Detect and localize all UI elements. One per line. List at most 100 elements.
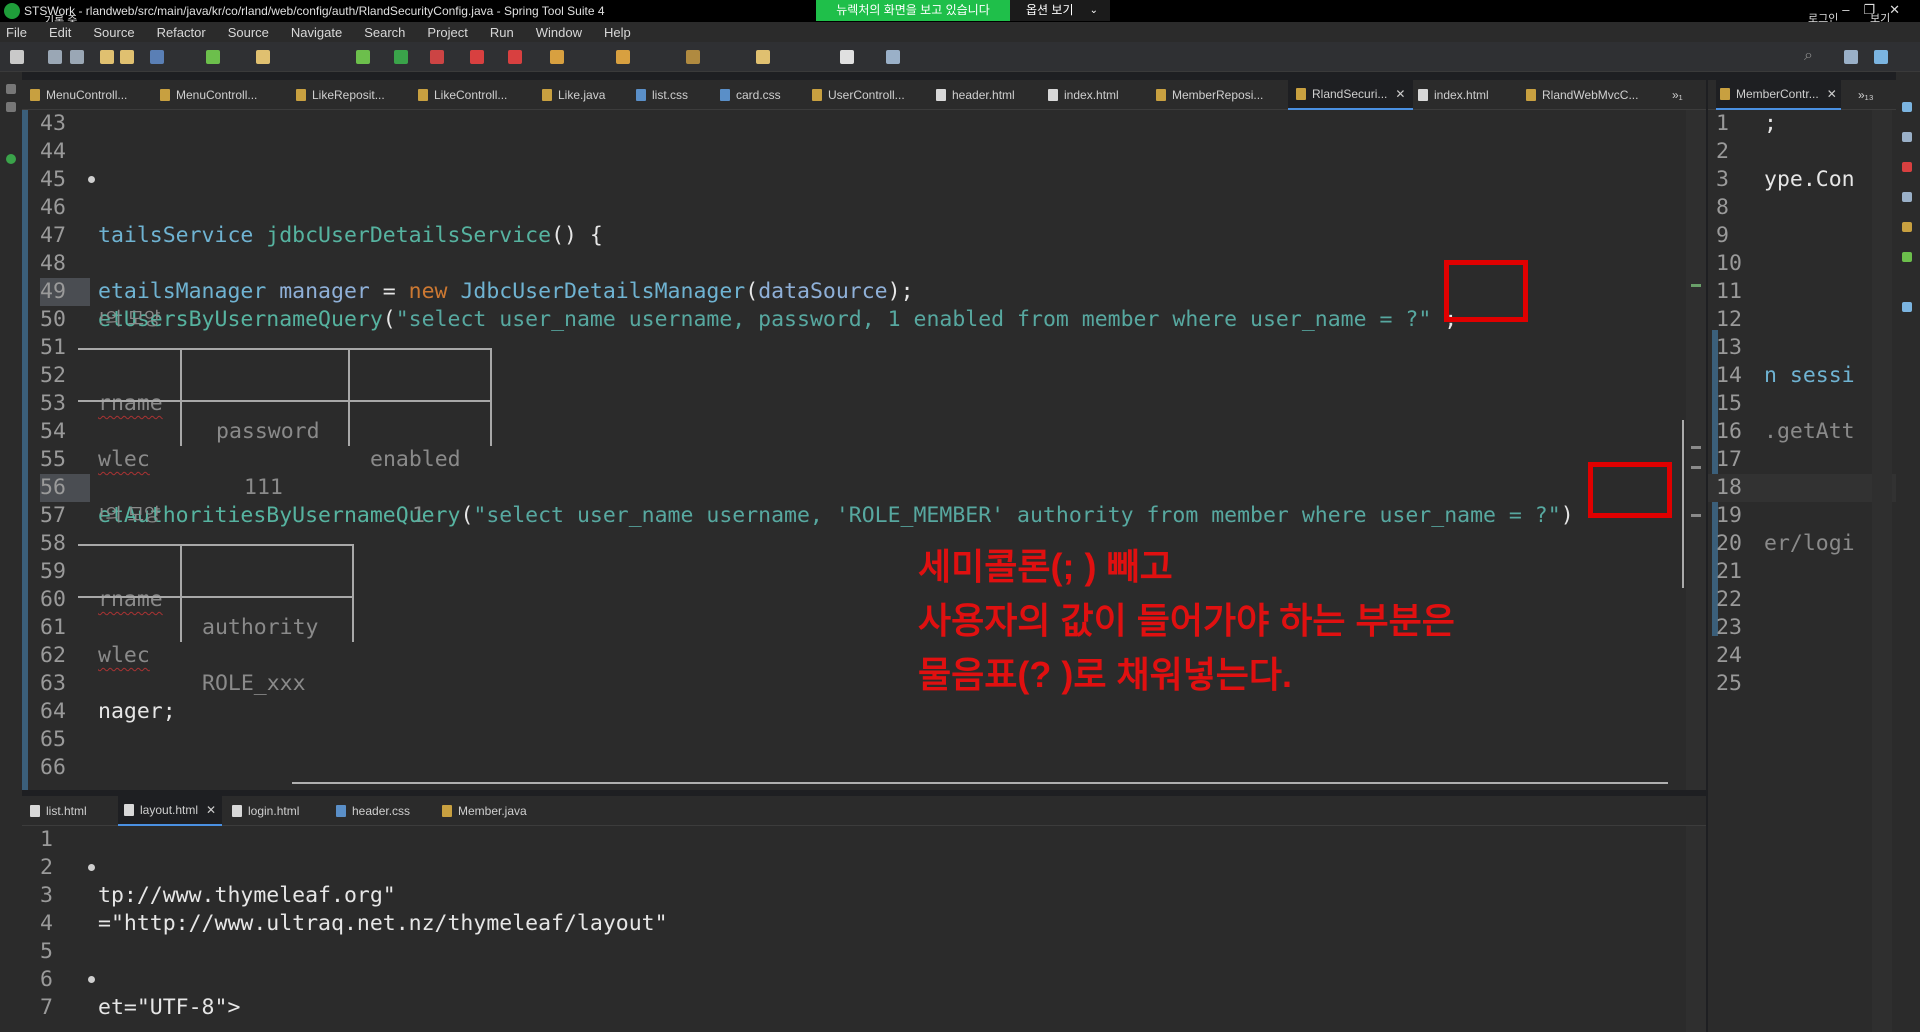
tab-card-css[interactable]: card.css: [720, 80, 781, 110]
boot-dashboard-icon[interactable]: [6, 154, 16, 164]
perspective-icon[interactable]: [1844, 50, 1858, 64]
menu-source[interactable]: Source: [93, 25, 134, 40]
menu-source-2[interactable]: Source: [228, 25, 269, 40]
sts-app-icon: [4, 3, 20, 19]
forward-icon[interactable]: [840, 50, 854, 64]
code-line: 64 nager;: [40, 699, 176, 724]
tab-index-html-1[interactable]: index.html: [1048, 80, 1119, 110]
tab-login-html[interactable]: login.html: [232, 796, 299, 826]
menu-run[interactable]: Run: [490, 25, 514, 40]
html-file-icon: [936, 89, 946, 101]
menu-navigate[interactable]: Navigate: [291, 25, 342, 40]
code-line: 54 wlec 111 1: [40, 419, 425, 528]
new-file-icon[interactable]: [10, 50, 24, 64]
occurrence-marker[interactable]: [1691, 446, 1701, 449]
tab-usercontroller[interactable]: UserControll...: [812, 80, 905, 110]
save-all-icon[interactable]: [70, 50, 84, 64]
tab-likerepository[interactable]: LikeReposit...: [296, 80, 385, 110]
overview-ruler[interactable]: [1686, 110, 1706, 790]
tab-rlandwebmvcconfig[interactable]: RlandWebMvcC...: [1526, 80, 1638, 110]
occurrence-marker[interactable]: [1691, 514, 1701, 517]
open-type-icon[interactable]: [616, 50, 630, 64]
annotation-line-1: 세미콜론(; ) 빼고: [918, 546, 1173, 587]
outline-view-icon[interactable]: [1902, 102, 1912, 112]
problems-view-icon[interactable]: [1902, 162, 1912, 172]
tab-header-html[interactable]: header.html: [936, 80, 1015, 110]
tab-overflow-right[interactable]: »₁₃: [1858, 80, 1874, 110]
right-overview-ruler[interactable]: [1872, 110, 1892, 1032]
save-icon[interactable]: [48, 50, 62, 64]
menu-project[interactable]: Project: [427, 25, 467, 40]
menu-help[interactable]: Help: [604, 25, 631, 40]
undo-icon[interactable]: [100, 50, 114, 64]
bottom-code-editor[interactable]: 1 2 3 tp://www.thymeleaf.org" 4 ="http://w…: [22, 826, 1706, 1032]
html-file-icon: [232, 805, 242, 817]
stop-icon[interactable]: [470, 50, 484, 64]
tab-menucontroller-1[interactable]: MenuControll...: [30, 80, 127, 110]
tab-overflow[interactable]: »₁: [1672, 80, 1683, 110]
next-annotation-icon[interactable]: [686, 50, 700, 64]
tasks-view-icon[interactable]: [1902, 132, 1912, 142]
bottom-overview-ruler[interactable]: [1686, 826, 1706, 1032]
tab-list-html[interactable]: list.html: [30, 796, 87, 826]
close-icon[interactable]: ✕: [1395, 87, 1405, 101]
right-code-editor[interactable]: 1; 2 3 ype.Con 8 9 10 11 12 13 14 n sessi …: [1708, 110, 1896, 1032]
menu-window[interactable]: Window: [536, 25, 582, 40]
console-view-icon[interactable]: [1902, 192, 1912, 202]
horizontal-scrollbar[interactable]: [292, 782, 1668, 784]
run-icon[interactable]: [394, 50, 408, 64]
redo-icon[interactable]: [120, 50, 134, 64]
close-icon[interactable]: ✕: [206, 803, 216, 817]
occurrence-marker[interactable]: [1691, 284, 1701, 287]
css-file-icon: [636, 89, 646, 101]
comment-table-border: [78, 596, 354, 598]
fold-marker-icon[interactable]: [88, 864, 95, 871]
new-java-icon[interactable]: [550, 50, 564, 64]
boot-dashboard-icon[interactable]: [206, 50, 220, 64]
menu-search[interactable]: Search: [364, 25, 405, 40]
menu-file[interactable]: File: [6, 25, 27, 40]
tab-memberrepository[interactable]: MemberReposi...: [1156, 80, 1263, 110]
toggle-mark-icon[interactable]: [256, 50, 270, 64]
relaunch-icon[interactable]: [508, 50, 522, 64]
window-controls[interactable]: –❐✕: [1842, 2, 1914, 18]
tab-like-java[interactable]: Like.java: [542, 80, 605, 110]
tab-member-java[interactable]: Member.java: [442, 796, 527, 826]
servers-view-icon[interactable]: [1902, 302, 1912, 312]
tab-index-html-2[interactable]: index.html: [1418, 80, 1489, 110]
menu-edit[interactable]: Edit: [49, 25, 71, 40]
tab-layout-html[interactable]: layout.html ✕: [118, 796, 223, 826]
vertical-scrollbar-thumb[interactable]: [1682, 420, 1684, 588]
options-button[interactable]: 옵션 보기 ⌄: [1010, 0, 1110, 21]
run-external-icon[interactable]: [430, 50, 444, 64]
fold-marker-icon[interactable]: [88, 176, 95, 183]
spring-perspective-icon[interactable]: [1874, 50, 1888, 64]
tab-list-css[interactable]: list.css: [636, 80, 688, 110]
debug-icon[interactable]: [356, 50, 370, 64]
tab-menucontroller-2[interactable]: MenuControll...: [160, 80, 257, 110]
tab-header-css[interactable]: header.css: [336, 796, 410, 826]
pin-editor-icon[interactable]: [886, 50, 900, 64]
comment-table-border: [78, 348, 492, 350]
occurrence-marker[interactable]: [1691, 466, 1701, 469]
minimized-view-icon[interactable]: [6, 84, 16, 94]
chevron-down-icon: ⌄: [1089, 5, 1098, 16]
menu-refactor[interactable]: Refactor: [157, 25, 206, 40]
search-icon[interactable]: ⌕: [1804, 47, 1813, 65]
java-file-icon: [30, 89, 40, 101]
comment-table-border: [348, 348, 350, 446]
highlight-box-users-query: [1444, 260, 1528, 322]
close-icon[interactable]: ✕: [1827, 87, 1837, 101]
tab-membercontroller[interactable]: MemberContr... ✕: [1716, 80, 1841, 110]
search-view-icon[interactable]: [1902, 222, 1912, 232]
html-file-icon: [1418, 89, 1428, 101]
fold-marker-icon[interactable]: [88, 976, 95, 983]
terminal-icon[interactable]: [150, 50, 164, 64]
tab-rlandsecurityconfig[interactable]: RlandSecuri... ✕: [1288, 80, 1414, 110]
instruction-annotation: 세미콜론(; ) 빼고 사용자의 값이 들어가야 하는 부분은 물음표(? )로…: [918, 540, 1455, 702]
progress-view-icon[interactable]: [1902, 252, 1912, 262]
tab-likecontroller[interactable]: LikeControll...: [418, 80, 507, 110]
code-line: 52 rname password enabled: [40, 363, 461, 472]
minimized-view-icon-2[interactable]: [6, 102, 16, 112]
back-icon[interactable]: [756, 50, 770, 64]
